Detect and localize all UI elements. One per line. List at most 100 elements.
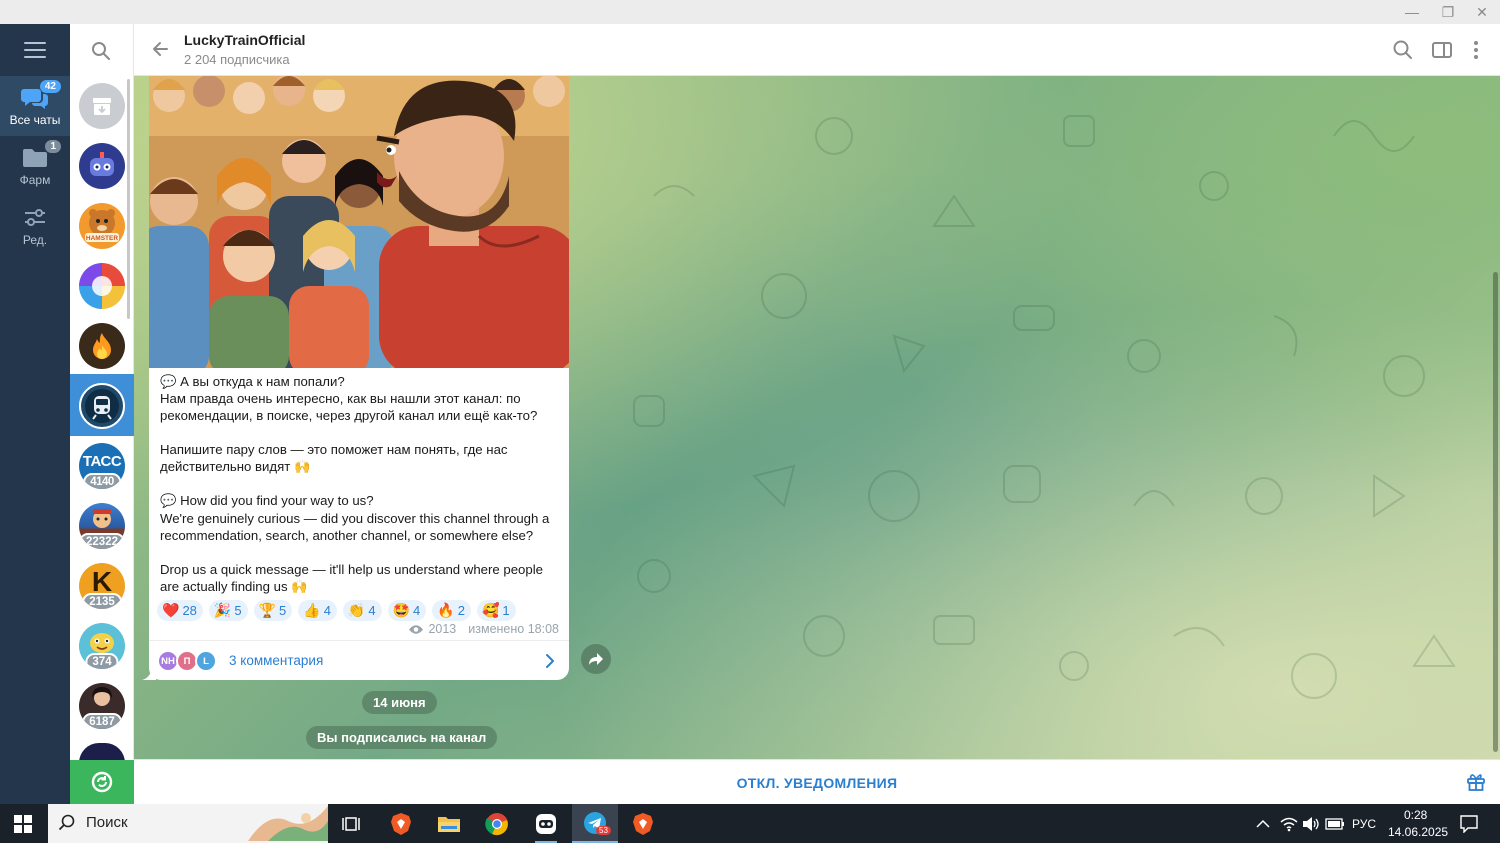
chat-avatar-cartoon-channel[interactable]: 374 xyxy=(79,623,125,669)
reaction-party[interactable]: 🎉 5 xyxy=(208,600,248,621)
chat-avatar-k-channel[interactable]: K 2135 xyxy=(79,563,125,609)
tray-expand-icon[interactable] xyxy=(1256,819,1270,829)
window-titlebar: — ❐ ✕ xyxy=(0,0,1500,24)
input-language[interactable]: РУС xyxy=(1352,817,1376,831)
reaction-clap[interactable]: 👏 4 xyxy=(342,600,382,621)
taskbar-app-bot[interactable] xyxy=(523,804,569,843)
folder-badge: 42 xyxy=(39,80,61,93)
post-paragraph-ru-question: 💬 А вы откуда к нам попали? Нам правда о… xyxy=(160,374,538,424)
chat-avatar-game-channel[interactable]: 22322 xyxy=(79,503,125,549)
minimize-button[interactable]: — xyxy=(1394,0,1430,24)
reaction-count: 28 xyxy=(182,603,197,618)
robot-app-icon xyxy=(536,813,556,834)
taskbar-app-telegram[interactable]: 53 xyxy=(572,804,618,843)
chat-list-scrollbar[interactable] xyxy=(127,79,130,319)
reaction-trophy[interactable]: 🏆 5 xyxy=(253,600,293,621)
clock-date[interactable]: 14.06.2025 xyxy=(1388,825,1448,839)
task-view-button[interactable] xyxy=(328,804,374,843)
taskbar-app-explorer[interactable] xyxy=(426,804,472,843)
reaction-love[interactable]: 🥰 1 xyxy=(476,600,516,621)
windows-start-button[interactable] xyxy=(0,804,46,843)
task-view-icon xyxy=(342,816,360,831)
post-paragraph-en-request: Drop us a quick message — it'll help us … xyxy=(160,561,543,594)
reaction-heart[interactable]: ❤️ 28 xyxy=(157,600,203,621)
taskbar-app-brave[interactable] xyxy=(378,804,424,843)
folder-label: Ред. xyxy=(22,233,48,247)
search-icon[interactable] xyxy=(1392,39,1414,61)
trophy-icon: 🏆 xyxy=(258,602,277,618)
menu-icon[interactable] xyxy=(24,42,46,58)
chat-avatar-hamster-kombat[interactable]: HAMSTER xyxy=(79,203,125,249)
train-icon xyxy=(85,389,119,423)
windows-taskbar: Поиск 53 РУС 0:28 14.06.2025 xyxy=(0,804,1500,843)
battery-icon[interactable] xyxy=(1325,818,1345,830)
folder-all-chats[interactable]: 42 Все чаты xyxy=(0,76,70,136)
chevron-right-icon xyxy=(543,653,557,669)
sync-button[interactable] xyxy=(70,760,134,804)
chat-scrollbar[interactable] xyxy=(1493,272,1498,752)
person-photo-icon xyxy=(92,687,112,706)
thumbs-up-icon: 👍 xyxy=(303,602,321,618)
notifications-icon[interactable] xyxy=(1460,815,1478,833)
reaction-thumbs-up[interactable]: 👍 4 xyxy=(298,600,337,621)
post-paragraph-en-question: 💬 How did you find your way to us? We're… xyxy=(160,493,550,543)
smiling-hearts-icon: 🥰 xyxy=(481,602,500,618)
unread-count: 6187 xyxy=(82,713,122,729)
folder-label: Все чаты xyxy=(9,113,61,127)
comments-link[interactable]: NH П L 3 комментария xyxy=(149,640,569,680)
post-image[interactable] xyxy=(149,76,569,368)
folder-rail: 42 Все чаты 1 Фарм Ред. xyxy=(0,24,70,804)
brave-browser-icon xyxy=(633,812,653,835)
chat-avatar-person-channel[interactable]: 6187 xyxy=(79,683,125,729)
reactions-bar: ❤️ 28 🎉 5 🏆 5 👍 4 👏 4 🤩 4 🔥 2 🥰 1 xyxy=(157,600,516,621)
reaction-count: 5 xyxy=(234,603,242,618)
back-arrow-icon[interactable] xyxy=(150,39,170,59)
search-icon[interactable] xyxy=(90,40,112,62)
channel-post: 💬 А вы откуда к нам попали? Нам правда о… xyxy=(149,76,569,680)
reaction-count: 1 xyxy=(502,603,510,618)
star-eyes-icon: 🤩 xyxy=(392,602,411,618)
tass-logo-text: ТАСС xyxy=(82,452,122,470)
telegram-window: — ❐ ✕ 42 Все чаты 1 Фарм Ред. HAMSTER ТА… xyxy=(0,0,1500,843)
brave-browser-icon xyxy=(391,812,411,835)
chat-header: LuckyTrainOfficial 2 204 подписчика xyxy=(134,24,1500,76)
gift-icon[interactable] xyxy=(1466,772,1486,792)
folder-icon: 1 xyxy=(21,140,61,170)
filters-edit-icon xyxy=(21,206,49,230)
chat-avatar-archive[interactable] xyxy=(79,83,125,129)
chat-avatar-luckytrain[interactable] xyxy=(79,383,125,429)
taskbar-app-chrome[interactable] xyxy=(474,804,520,843)
chat-avatar-colorful-app[interactable] xyxy=(79,263,125,309)
channel-title[interactable]: LuckyTrainOfficial xyxy=(184,32,305,48)
chat-avatar-bot-robot[interactable] xyxy=(79,143,125,189)
sidebar-toggle-icon[interactable] xyxy=(1431,39,1453,61)
reaction-star-eyes[interactable]: 🤩 4 xyxy=(387,600,427,621)
edited-time: изменено 18:08 xyxy=(468,622,559,636)
folder-farm[interactable]: 1 Фарм xyxy=(0,136,70,196)
folder-edit[interactable]: Ред. xyxy=(0,196,70,256)
taskbar-app-brave-2[interactable] xyxy=(620,804,666,843)
chat-avatar-tass[interactable]: ТАСС 4140 xyxy=(79,443,125,489)
colorful-logo-icon xyxy=(92,276,112,296)
chat-list: HAMSTER ТАСС 4140 22322 K 2135 374 6187 xyxy=(70,24,134,804)
taskbar-search-label: Поиск xyxy=(86,814,128,831)
eye-icon xyxy=(409,624,424,634)
network-icon[interactable] xyxy=(1280,816,1298,832)
reaction-count: 4 xyxy=(323,603,331,618)
chat-area: 💬 А вы откуда к нам попали? Нам правда о… xyxy=(134,76,1500,759)
reaction-count: 2 xyxy=(457,603,465,618)
forward-button[interactable] xyxy=(581,644,611,674)
fire-icon: 🔥 xyxy=(437,602,455,618)
unread-count: 4140 xyxy=(83,473,121,489)
chat-avatar-fire-channel[interactable] xyxy=(79,323,125,369)
mute-notifications-button[interactable]: ОТКЛ. УВЕДОМЛЕНИЯ xyxy=(134,760,1500,805)
more-options-icon[interactable] xyxy=(1465,39,1487,61)
volume-icon[interactable] xyxy=(1302,816,1320,832)
unread-count: 374 xyxy=(85,653,119,669)
restore-button[interactable]: ❐ xyxy=(1430,0,1466,24)
close-button[interactable]: ✕ xyxy=(1464,0,1500,24)
post-paragraph-ru-request: Напишите пару слов — это поможет нам пон… xyxy=(160,442,508,475)
taskbar-search-box[interactable]: Поиск xyxy=(48,804,328,843)
reaction-fire[interactable]: 🔥 2 xyxy=(432,600,471,621)
clock-time[interactable]: 0:28 xyxy=(1404,808,1427,822)
